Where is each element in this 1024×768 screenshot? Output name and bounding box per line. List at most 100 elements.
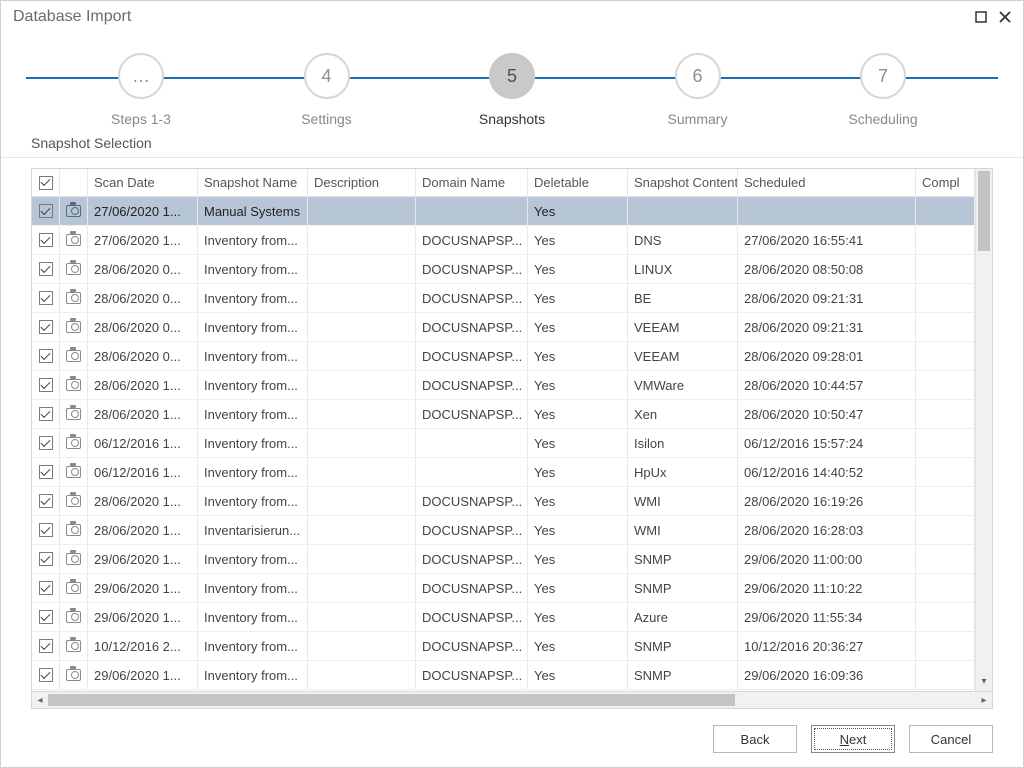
snapshot-icon [66, 234, 81, 246]
row-icon [60, 371, 88, 399]
row-checkbox[interactable] [32, 429, 60, 457]
scroll-right-icon[interactable]: ▸ [976, 692, 992, 708]
cell-description [308, 429, 416, 457]
table-row[interactable]: 29/06/2020 1...Inventory from...DOCUSNAP… [32, 545, 975, 574]
cell-snapshot-content [628, 197, 738, 225]
table-row[interactable]: 28/06/2020 1...Inventory from...DOCUSNAP… [32, 371, 975, 400]
row-icon [60, 255, 88, 283]
wizard-step-2[interactable]: 5Snapshots [452, 53, 572, 127]
scrollbar-thumb[interactable] [978, 171, 990, 251]
cell-scheduled: 28/06/2020 09:21:31 [738, 313, 916, 341]
header-snapshot-name[interactable]: Snapshot Name [198, 169, 308, 196]
cell-completed [916, 313, 975, 341]
cell-scheduled [738, 197, 916, 225]
cell-domain-name: DOCUSNAPSP... [416, 487, 528, 515]
next-button[interactable]: Next [811, 725, 895, 753]
table-row[interactable]: 06/12/2016 1...Inventory from...YesHpUx0… [32, 458, 975, 487]
close-icon[interactable] [993, 11, 1017, 23]
table-row[interactable]: 28/06/2020 1...Inventory from...DOCUSNAP… [32, 400, 975, 429]
cell-scheduled: 28/06/2020 09:28:01 [738, 342, 916, 370]
checkbox-icon [39, 552, 53, 566]
scroll-down-icon[interactable]: ▾ [976, 673, 992, 689]
row-checkbox[interactable] [32, 661, 60, 689]
cell-scheduled: 28/06/2020 10:44:57 [738, 371, 916, 399]
header-completed[interactable]: Compl [916, 169, 975, 196]
cell-snapshot-content: Azure [628, 603, 738, 631]
snapshot-icon [66, 495, 81, 507]
header-select-all[interactable] [32, 169, 60, 196]
cell-description [308, 342, 416, 370]
wizard-step-4[interactable]: 7Scheduling [823, 53, 943, 127]
cell-scheduled: 10/12/2016 20:36:27 [738, 632, 916, 660]
header-description[interactable]: Description [308, 169, 416, 196]
cell-domain-name [416, 458, 528, 486]
table-row[interactable]: 06/12/2016 1...Inventory from...YesIsilo… [32, 429, 975, 458]
row-checkbox[interactable] [32, 197, 60, 225]
cell-completed [916, 255, 975, 283]
table-row[interactable]: 27/06/2020 1...Manual SystemsYes [32, 197, 975, 226]
row-checkbox[interactable] [32, 516, 60, 544]
row-icon [60, 429, 88, 457]
table-row[interactable]: 29/06/2020 1...Inventory from...DOCUSNAP… [32, 661, 975, 690]
cell-scheduled: 28/06/2020 09:21:31 [738, 284, 916, 312]
cell-description [308, 371, 416, 399]
row-checkbox[interactable] [32, 574, 60, 602]
row-checkbox[interactable] [32, 284, 60, 312]
cell-completed [916, 371, 975, 399]
row-icon [60, 545, 88, 573]
table-row[interactable]: 28/06/2020 1...Inventory from...DOCUSNAP… [32, 487, 975, 516]
checkbox-icon [39, 465, 53, 479]
scrollbar-thumb[interactable] [48, 694, 735, 706]
row-checkbox[interactable] [32, 255, 60, 283]
cancel-button[interactable]: Cancel [909, 725, 993, 753]
cell-completed [916, 661, 975, 689]
row-checkbox[interactable] [32, 400, 60, 428]
table-row[interactable]: 28/06/2020 0...Inventory from...DOCUSNAP… [32, 342, 975, 371]
back-button[interactable]: Back [713, 725, 797, 753]
cell-snapshot-content: WMI [628, 516, 738, 544]
maximize-icon[interactable] [969, 11, 993, 23]
cell-completed [916, 516, 975, 544]
row-checkbox[interactable] [32, 371, 60, 399]
row-checkbox[interactable] [32, 342, 60, 370]
cell-completed [916, 342, 975, 370]
cell-scan-date: 29/06/2020 1... [88, 661, 198, 689]
checkbox-icon [39, 176, 53, 190]
table-row[interactable]: 27/06/2020 1...Inventory from...DOCUSNAP… [32, 226, 975, 255]
table-row[interactable]: 10/12/2016 2...Inventory from...DOCUSNAP… [32, 632, 975, 661]
wizard-step-3[interactable]: 6Summary [638, 53, 758, 127]
wizard-step-1[interactable]: 4Settings [267, 53, 387, 127]
cell-scan-date: 10/12/2016 2... [88, 632, 198, 660]
row-checkbox[interactable] [32, 313, 60, 341]
cell-description [308, 313, 416, 341]
row-checkbox[interactable] [32, 458, 60, 486]
row-checkbox[interactable] [32, 226, 60, 254]
scroll-left-icon[interactable]: ◂ [32, 692, 48, 708]
cell-deletable: Yes [528, 226, 628, 254]
header-domain-name[interactable]: Domain Name [416, 169, 528, 196]
snapshot-icon [66, 379, 81, 391]
header-deletable[interactable]: Deletable [528, 169, 628, 196]
header-scan-date[interactable]: Scan Date [88, 169, 198, 196]
row-checkbox[interactable] [32, 632, 60, 660]
table-row[interactable]: 28/06/2020 0...Inventory from...DOCUSNAP… [32, 284, 975, 313]
row-checkbox[interactable] [32, 603, 60, 631]
cell-completed [916, 574, 975, 602]
wizard-step-0[interactable]: …Steps 1-3 [81, 53, 201, 127]
table-row[interactable]: 29/06/2020 1...Inventory from...DOCUSNAP… [32, 574, 975, 603]
vertical-scrollbar[interactable]: ▾ [975, 169, 992, 691]
cell-domain-name: DOCUSNAPSP... [416, 371, 528, 399]
header-snapshot-content[interactable]: Snapshot Content [628, 169, 738, 196]
table-row[interactable]: 28/06/2020 1...Inventarisierun...DOCUSNA… [32, 516, 975, 545]
table-row[interactable]: 28/06/2020 0...Inventory from...DOCUSNAP… [32, 255, 975, 284]
cell-domain-name: DOCUSNAPSP... [416, 661, 528, 689]
snapshot-icon [66, 437, 81, 449]
header-scheduled[interactable]: Scheduled [738, 169, 916, 196]
row-checkbox[interactable] [32, 487, 60, 515]
horizontal-scrollbar[interactable]: ◂ ▸ [31, 692, 993, 709]
table-row[interactable]: 28/06/2020 0...Inventory from...DOCUSNAP… [32, 313, 975, 342]
cell-deletable: Yes [528, 661, 628, 689]
table-row[interactable]: 29/06/2020 1...Inventory from...DOCUSNAP… [32, 603, 975, 632]
checkbox-icon [39, 610, 53, 624]
row-checkbox[interactable] [32, 545, 60, 573]
